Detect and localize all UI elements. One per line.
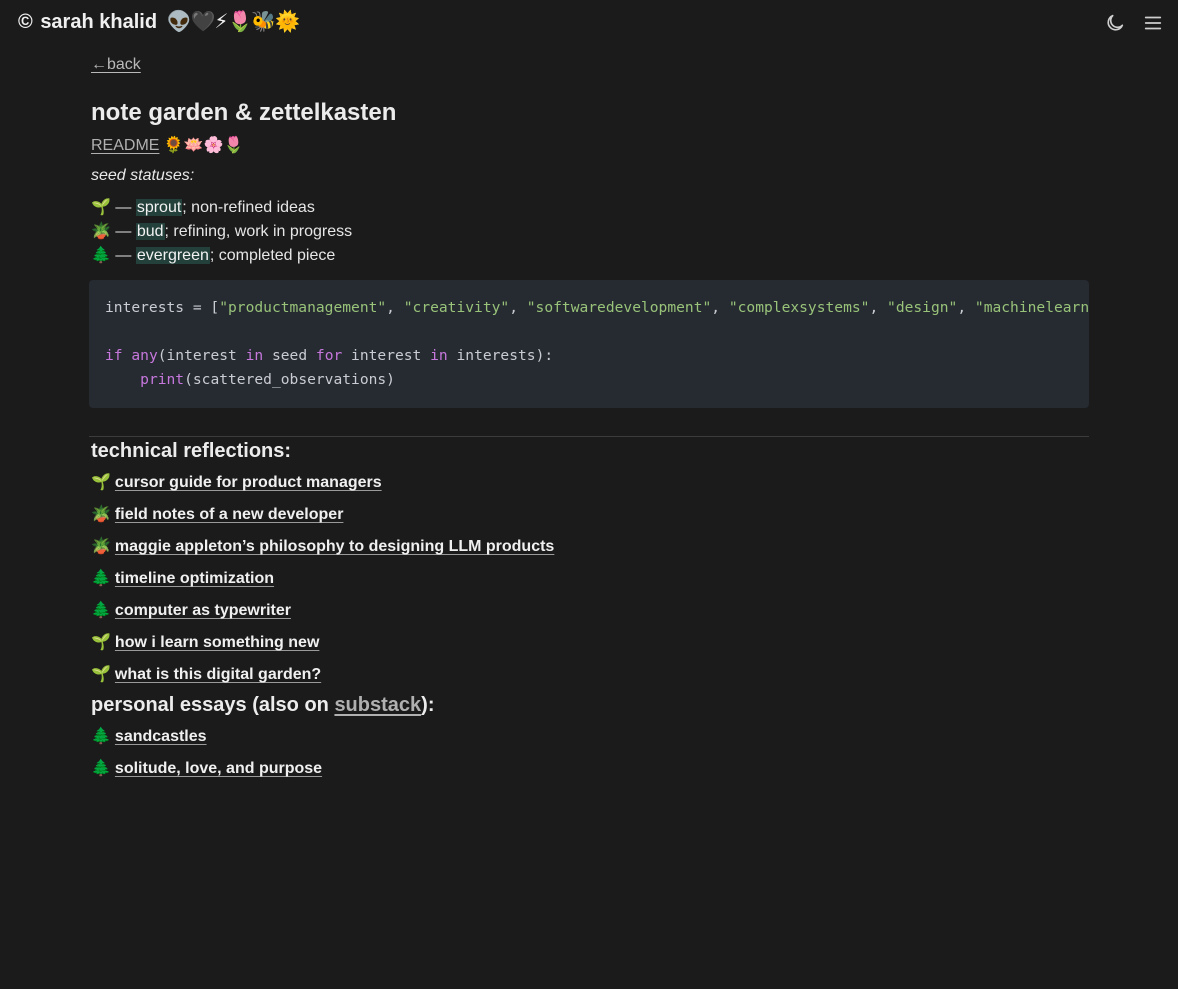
status-evergreen: 🌲 — evergreen; completed piece [91,244,1089,268]
status-name: sprout [135,199,183,216]
back-link[interactable]: ←back [91,56,141,74]
evergreen-tree-icon: 🌲 [91,760,111,777]
substack-link[interactable]: substack [334,694,421,716]
code-string: "machinelearning" [974,299,1089,316]
code-assign: = [ [184,299,220,316]
list-item: 🪴 maggie appleton’s philosophy to designi… [91,531,1089,563]
code-text: interest [342,347,431,364]
essays-list: 🌲 sandcastles 🌲 solitude, love, and purpos… [91,721,1089,785]
copyright-symbol: © [18,11,33,33]
site-title-link[interactable]: © sarah khalid 👽🖤⚡🌷🐝🌞 [18,9,301,34]
personal-essays-heading: personal essays (also on substack): [91,691,1089,719]
seed-status-list: 🌱 — sprout; non-refined ideas 🪴 — bud; r… [91,196,1089,268]
note-link[interactable]: sandcastles [115,728,207,745]
status-desc: ; refining, work in progress [164,223,353,240]
list-item: 🌲 timeline optimization [91,563,1089,595]
note-link[interactable]: maggie appleton’s philosophy to designin… [115,538,554,555]
status-bud: 🪴 — bud; refining, work in progress [91,220,1089,244]
technical-notes-list: 🌱 cursor guide for product managers 🪴 fiel… [91,467,1089,691]
evergreen-tree-icon: 🌲 [91,728,111,745]
evergreen-tree-icon: 🌲 [91,247,111,264]
evergreen-tree-icon: 🌲 [91,570,111,587]
code-string: "design" [887,299,958,316]
readme-emojis: 🌻🪷🌸🌷 [163,137,244,154]
note-link[interactable]: field notes of a new developer [115,506,344,523]
list-item: 🌲 solitude, love, and purpose [91,753,1089,785]
note-link[interactable]: solitude, love, and purpose [115,760,322,777]
readme-link[interactable]: README [91,137,159,154]
code-text: seed [263,347,316,364]
list-item: 🌱 how i learn something new [91,627,1089,659]
list-item: 🪴 field notes of a new developer [91,499,1089,531]
status-dash: — [110,247,136,264]
code-function: print [140,371,185,388]
code-text: (interest [157,347,246,364]
code-text: (scattered_observations) [184,371,395,388]
note-link[interactable]: timeline optimization [115,570,274,587]
seed-statuses-heading: seed statuses: [91,167,195,184]
note-link[interactable]: what is this digital garden? [115,666,321,683]
note-link[interactable]: computer as typewriter [115,602,291,619]
code-string: "productmanagement" [219,299,387,316]
code-line-3: print(scattered_observations) [105,371,395,388]
sprout-icon: 🌱 [91,474,111,491]
code-text: interests): [447,347,554,364]
code-string: "creativity" [403,299,510,316]
main-content: ←back note garden & zettelkasten README … [89,52,1089,785]
sprout-icon: 🌱 [91,634,111,651]
note-link[interactable]: cursor guide for product managers [115,474,382,491]
list-item: 🌲 sandcastles [91,721,1089,753]
essays-heading-pre: personal essays (also on [91,694,335,716]
essays-heading-post: ): [421,694,435,716]
potted-plant-icon: 🪴 [91,223,111,240]
site-emojis: 👽🖤⚡🌷🐝🌞 [166,11,301,33]
status-desc: ; completed piece [209,247,336,264]
moon-icon[interactable] [1104,12,1126,34]
technical-reflections-heading: technical reflections: [91,440,292,462]
sprout-icon: 🌱 [91,666,111,683]
status-dash: — [110,223,136,240]
list-item: 🌲 computer as typewriter [91,595,1089,627]
hamburger-menu-icon[interactable] [1142,12,1164,34]
status-desc: ; non-refined ideas [182,199,315,216]
status-dash: — [110,199,136,216]
code-var: interests [105,299,185,316]
code-function: any [131,347,158,364]
code-keyword: if [105,347,123,364]
code-line-2: if any(interest in seed for interest in … [105,347,553,364]
status-name: evergreen [135,247,210,264]
top-bar: © sarah khalid 👽🖤⚡🌷🐝🌞 [0,0,1178,46]
page-title: note garden & zettelkasten [91,99,397,126]
potted-plant-icon: 🪴 [91,506,111,523]
sprout-icon: 🌱 [91,199,111,216]
code-string: "complexsystems" [728,299,870,316]
code-keyword: in [430,347,448,364]
readme-row: README 🌻🪷🌸🌷 [91,134,1089,158]
list-item: 🌱 cursor guide for product managers [91,467,1089,499]
list-item: 🌱 what is this digital garden? [91,659,1089,691]
potted-plant-icon: 🪴 [91,538,111,555]
code-line-1: interests = ["productmanagement", "creat… [105,299,1089,316]
code-keyword: in [245,347,264,364]
code-string: "softwaredevelopment" [526,299,712,316]
note-link[interactable]: how i learn something new [115,634,319,651]
status-name: bud [135,223,165,240]
code-block: interests = ["productmanagement", "creat… [89,280,1089,408]
site-name: sarah khalid [40,11,158,33]
status-sprout: 🌱 — sprout; non-refined ideas [91,196,1089,220]
code-keyword: for [315,347,343,364]
evergreen-tree-icon: 🌲 [91,602,111,619]
